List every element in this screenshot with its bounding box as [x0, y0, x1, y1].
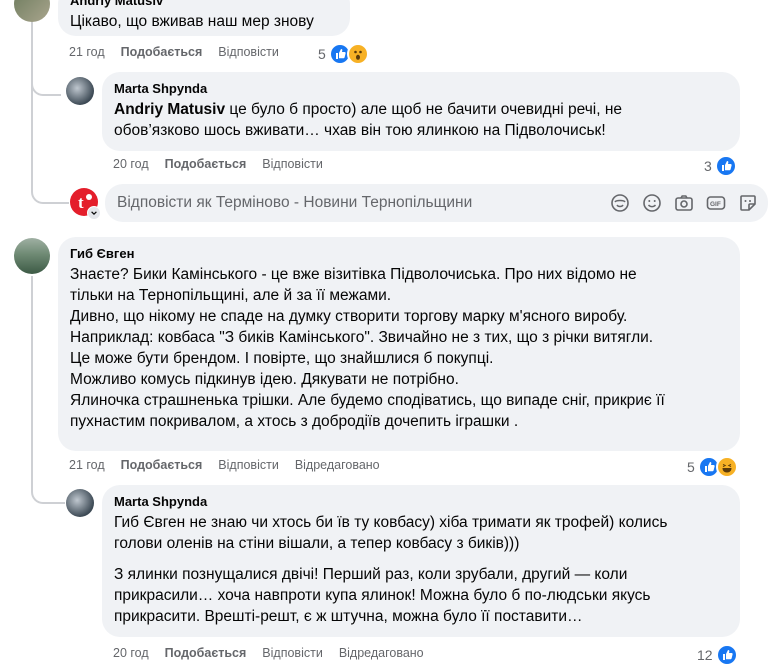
reaction-count: 12 [697, 647, 713, 663]
reply-text: Andriy Matusiv це було б просто) але щоб… [114, 99, 728, 141]
comment-bubble: Гиб Євген Знаєте? Бики Камінського - це … [58, 237, 740, 451]
comment-line: Знаєте? Бики Камінського - це вже візиті… [70, 266, 637, 283]
reply-button[interactable]: Відповісти [262, 646, 323, 660]
svg-text:GIF: GIF [710, 201, 721, 208]
reply-time[interactable]: 20 год [113, 646, 149, 660]
camera-icon[interactable] [674, 193, 694, 213]
like-button[interactable]: Подобається [121, 458, 203, 472]
reply-bubble: Marta Shpynda Andriy Matusiv це було б п… [102, 72, 740, 151]
svg-text:t: t [78, 193, 84, 212]
comment-bubble: Andriy Matusiv Цікаво, що вживав наш мер… [58, 0, 350, 36]
reply-input[interactable] [105, 193, 610, 213]
avatar-andriy-matusiv[interactable] [14, 0, 50, 22]
comment-actions: 21 год Подобається Відповісти Відредагов… [69, 458, 380, 472]
reply-text: Гиб Євген не знаю чи хтось би їв ту ковб… [114, 512, 728, 627]
comment-line: пухнастим покривалом, а хтось з добродії… [70, 413, 519, 430]
composer-tools: GIF [610, 193, 768, 213]
reply-button[interactable]: Відповісти [262, 157, 323, 171]
thread-connector [31, 476, 65, 504]
reaction-summary[interactable]: 5 [687, 456, 738, 478]
reaction-count: 5 [687, 459, 695, 475]
comment-actions: 21 год Подобається Відповісти [69, 45, 279, 59]
thread-line [31, 276, 33, 486]
comment-line: Ялиночка страшненька трішки. Але будемо … [70, 392, 665, 409]
like-reaction-icon [714, 155, 737, 177]
reaction-count: 3 [704, 158, 712, 174]
comment-text: Цікаво, що вживав наш мер знову [70, 13, 314, 30]
comment-text: Знаєте? Бики Камінського - це вже візиті… [70, 264, 728, 432]
reply-actions: 20 год Подобається Відповісти Відредагов… [113, 646, 424, 660]
reply-bubble: Marta Shpynda Гиб Євген не знаю чи хтось… [102, 485, 740, 637]
comment-time[interactable]: 21 год [69, 458, 105, 472]
comment-author[interactable]: Andriy Matusiv [70, 0, 338, 9]
profile-switch-chevron-icon[interactable] [87, 206, 101, 220]
reaction-count: 5 [318, 46, 326, 62]
reply-author[interactable]: Marta Shpynda [114, 493, 728, 510]
avatar-marta-shpynda[interactable] [66, 489, 94, 517]
reaction-summary[interactable]: 12 [697, 644, 738, 666]
avatar-gyb-yevhen[interactable] [14, 238, 50, 274]
comment-line: тільки на Тернопільщині, але й за її меж… [70, 287, 392, 304]
like-reaction-icon [715, 644, 738, 666]
comment-line: Дивно, що нікому не спаде на думку створ… [70, 308, 628, 325]
avatar-marta-shpynda[interactable] [66, 77, 94, 105]
comment-line: Можливо комусь підкинув ідею. Дякувати н… [70, 371, 459, 388]
avatar-sticker-icon[interactable] [610, 193, 630, 213]
comment-author[interactable]: Гиб Євген [70, 245, 728, 262]
emoji-icon[interactable] [642, 193, 662, 213]
reply-line: прикрасити. Врешті-решт, є ж штучна, мож… [114, 608, 583, 625]
reply-time[interactable]: 20 год [113, 157, 149, 171]
reaction-summary[interactable]: 3 [704, 155, 737, 177]
mention-link[interactable]: Andriy Matusiv [114, 101, 225, 118]
comment-line: Це може бути брендом. І повірте, що знай… [70, 350, 494, 367]
thread-connector [31, 92, 69, 204]
page-avatar-logo[interactable]: t [70, 188, 101, 220]
wow-reaction-icon [346, 43, 369, 65]
edited-label[interactable]: Відредаговано [295, 458, 380, 472]
comment-time[interactable]: 21 год [69, 45, 105, 59]
reply-button[interactable]: Відповісти [218, 45, 279, 59]
like-button[interactable]: Подобається [165, 646, 247, 660]
reply-line: Гиб Євген не знаю чи хтось би їв ту ковб… [114, 514, 668, 531]
reply-line: голови оленів на стіни вішали, а тепер к… [114, 535, 520, 552]
like-button[interactable]: Подобається [121, 45, 203, 59]
reaction-summary[interactable]: 5 [318, 43, 369, 65]
like-button[interactable]: Подобається [165, 157, 247, 171]
reply-text-line1: це було б просто) але щоб не бачити очев… [229, 101, 623, 118]
edited-label[interactable]: Відредаговано [339, 646, 424, 660]
reply-button[interactable]: Відповісти [218, 458, 279, 472]
reply-composer: GIF [105, 184, 768, 222]
reply-author[interactable]: Marta Shpynda [114, 80, 728, 97]
reply-line: З ялинки познущалися двічі! Перший раз, … [114, 566, 628, 583]
sticker-icon[interactable] [738, 193, 758, 213]
gif-icon[interactable]: GIF [706, 193, 726, 213]
comment-line: Наприклад: ковбаса "З биків Камінського"… [70, 329, 654, 346]
haha-reaction-icon [715, 456, 738, 478]
reply-line: прикрасили… хоча навпроти купа ялинок! М… [114, 587, 651, 604]
reply-text-line2: обов’язково шось вживати… чхав він тою я… [114, 122, 606, 139]
reply-actions: 20 год Подобається Відповісти [113, 157, 323, 171]
